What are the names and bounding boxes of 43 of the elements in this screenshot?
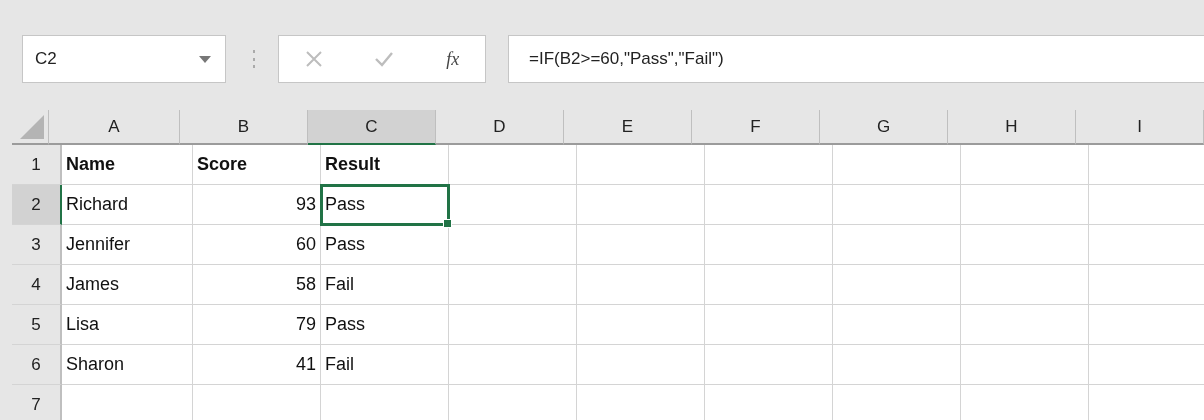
- column-header[interactable]: D: [436, 110, 564, 145]
- table-cell: Pass: [321, 185, 449, 225]
- table-cell: Name: [62, 145, 193, 185]
- cancel-icon[interactable]: [304, 50, 323, 68]
- table-cell: Sharon: [62, 345, 193, 385]
- column-header[interactable]: B: [180, 110, 308, 145]
- formula-field[interactable]: =IF(B2>=60,"Pass","Fail"): [508, 35, 1204, 83]
- dropdown-caret-icon[interactable]: [199, 55, 211, 63]
- table-cell: Result: [321, 145, 449, 185]
- table-cell: Fail: [321, 345, 449, 385]
- column-header[interactable]: H: [948, 110, 1076, 145]
- table-cell: Pass: [321, 225, 449, 265]
- column-header[interactable]: I: [1076, 110, 1204, 145]
- column-header[interactable]: A: [49, 110, 180, 145]
- row-header[interactable]: 5: [12, 305, 62, 345]
- corner-triangle-icon: [20, 115, 44, 139]
- table-cell: Score: [193, 145, 321, 185]
- table-cell: Jennifer: [62, 225, 193, 265]
- table-cell: Richard: [62, 185, 193, 225]
- column-header[interactable]: E: [564, 110, 692, 145]
- grip-icon: [252, 49, 256, 69]
- cell-reference: C2: [35, 49, 57, 69]
- column-header[interactable]: F: [692, 110, 820, 145]
- column-header[interactable]: G: [820, 110, 948, 145]
- name-box[interactable]: C2: [22, 35, 226, 83]
- insert-function-button[interactable]: fx: [446, 48, 460, 70]
- table-cell: Pass: [321, 305, 449, 345]
- table-cell: 58: [193, 265, 321, 305]
- row-header[interactable]: 2: [12, 185, 62, 225]
- table-cell: Lisa: [62, 305, 193, 345]
- table-cell: 79: [193, 305, 321, 345]
- row-header[interactable]: 1: [12, 145, 62, 185]
- table-cell: Fail: [321, 265, 449, 305]
- table-cell: 60: [193, 225, 321, 265]
- checkmark-icon[interactable]: [374, 51, 395, 67]
- row-header[interactable]: 6: [12, 345, 62, 385]
- fill-handle[interactable]: [443, 219, 452, 228]
- table-cell: James: [62, 265, 193, 305]
- row-header[interactable]: 4: [12, 265, 62, 305]
- row-header[interactable]: 3: [12, 225, 62, 265]
- column-header[interactable]: C: [308, 110, 436, 145]
- table-cell: 93: [193, 185, 321, 225]
- table-cell: 41: [193, 345, 321, 385]
